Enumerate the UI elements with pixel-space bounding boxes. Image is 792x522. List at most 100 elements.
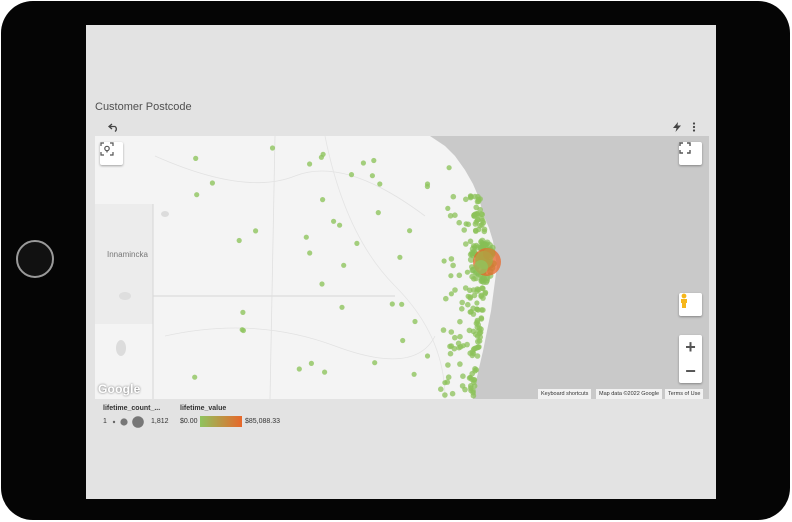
postcode-bubble[interactable] xyxy=(459,306,465,312)
postcode-bubble[interactable] xyxy=(442,392,448,398)
postcode-bubble[interactable] xyxy=(407,228,413,234)
locate-icon[interactable] xyxy=(100,142,123,165)
postcode-bubble[interactable] xyxy=(465,301,471,308)
postcode-bubble[interactable] xyxy=(460,373,466,379)
postcode-bubble[interactable] xyxy=(477,206,483,213)
postcode-bubble[interactable] xyxy=(474,353,481,359)
postcode-bubble[interactable] xyxy=(452,334,458,341)
postcode-bubble[interactable] xyxy=(457,333,463,340)
postcode-bubble[interactable] xyxy=(320,197,326,203)
postcode-bubble[interactable] xyxy=(478,307,485,313)
postcode-bubble[interactable] xyxy=(474,198,481,205)
postcode-bubble[interactable] xyxy=(193,155,199,161)
postcode-bubble[interactable] xyxy=(448,256,455,262)
postcode-bubble[interactable] xyxy=(375,210,381,216)
postcode-bubble[interactable] xyxy=(448,329,455,335)
terms-of-use-link[interactable]: Terms of Use xyxy=(665,389,704,399)
postcode-bubble[interactable] xyxy=(337,222,343,228)
postcode-bubble[interactable] xyxy=(445,362,451,368)
postcode-bubble[interactable] xyxy=(307,161,313,167)
postcode-bubble[interactable] xyxy=(360,160,366,166)
postcode-bubble[interactable] xyxy=(269,145,276,151)
zoom-out-button[interactable]: − xyxy=(679,359,702,383)
postcode-bubble[interactable] xyxy=(474,260,488,274)
postcode-bubble[interactable] xyxy=(465,221,472,228)
postcode-bubble[interactable] xyxy=(443,295,449,302)
postcode-bubble[interactable] xyxy=(472,368,478,374)
undo-icon[interactable] xyxy=(107,123,119,135)
fullscreen-icon[interactable] xyxy=(679,142,702,165)
postcode-bubble[interactable] xyxy=(319,281,325,287)
postcode-bubble[interactable] xyxy=(479,217,486,224)
postcode-bubble[interactable] xyxy=(253,228,259,234)
postcode-bubble[interactable] xyxy=(457,318,463,325)
postcode-bubble[interactable] xyxy=(445,374,452,380)
postcode-bubble[interactable] xyxy=(474,306,480,313)
postcode-bubble[interactable] xyxy=(450,262,456,269)
postcode-bubble[interactable] xyxy=(474,288,480,294)
postcode-bubble[interactable] xyxy=(482,290,488,297)
postcode-bubble[interactable] xyxy=(456,272,463,279)
postcode-bubble[interactable] xyxy=(411,371,417,377)
postcode-bubble[interactable] xyxy=(463,196,469,203)
postcode-bubble[interactable] xyxy=(236,237,242,244)
postcode-bubble[interactable] xyxy=(296,366,302,372)
postcode-bubble[interactable] xyxy=(400,337,406,344)
postcode-bubble[interactable] xyxy=(354,240,360,246)
postcode-bubble[interactable] xyxy=(459,299,466,306)
postcode-bubble[interactable] xyxy=(371,157,377,164)
postcode-bubble[interactable] xyxy=(369,173,375,179)
postcode-bubble[interactable] xyxy=(472,227,479,234)
postcode-bubble[interactable] xyxy=(308,360,314,366)
postcode-bubble[interactable] xyxy=(474,300,480,306)
home-button[interactable] xyxy=(16,240,54,278)
postcode-bubble[interactable] xyxy=(322,369,328,375)
postcode-bubble[interactable] xyxy=(447,213,454,219)
postcode-bubble[interactable] xyxy=(240,309,246,315)
postcode-bubble[interactable] xyxy=(348,172,355,178)
postcode-bubble[interactable] xyxy=(444,379,451,385)
postcode-bubble[interactable] xyxy=(468,385,474,391)
postcode-bubble[interactable] xyxy=(192,374,198,380)
lightning-icon[interactable] xyxy=(673,122,681,135)
postcode-bubble[interactable] xyxy=(397,254,403,260)
postcode-bubble[interactable] xyxy=(424,353,431,359)
postcode-bubble[interactable] xyxy=(464,269,470,275)
zoom-in-button[interactable]: + xyxy=(679,335,702,359)
postcode-bubble[interactable] xyxy=(461,227,468,233)
postcode-bubble[interactable] xyxy=(455,340,462,347)
postcode-bubble[interactable] xyxy=(467,194,474,201)
more-vert-icon[interactable] xyxy=(692,122,696,135)
postcode-bubble[interactable] xyxy=(449,390,456,397)
postcode-bubble[interactable] xyxy=(239,327,245,333)
postcode-bubble[interactable] xyxy=(440,327,447,333)
postcode-bubble[interactable] xyxy=(446,165,452,171)
postcode-bubble[interactable] xyxy=(456,219,463,226)
postcode-bubble[interactable] xyxy=(194,192,200,198)
postcode-bubble[interactable] xyxy=(457,361,463,367)
postcode-bubble[interactable] xyxy=(475,321,482,328)
postcode-bubble[interactable] xyxy=(447,350,454,357)
postcode-bubble[interactable] xyxy=(450,193,457,200)
postcode-bubble[interactable] xyxy=(441,258,447,264)
postcode-bubble[interactable] xyxy=(467,309,474,315)
postcode-bubble[interactable] xyxy=(481,228,488,235)
bubble-map[interactable]: Innamincka Google + − Keyboard shortcuts… xyxy=(95,136,709,399)
postcode-bubble[interactable] xyxy=(471,213,478,219)
postcode-bubble[interactable] xyxy=(303,234,309,240)
postcode-bubble[interactable] xyxy=(463,241,469,247)
postcode-bubble[interactable] xyxy=(412,318,418,325)
postcode-bubble[interactable] xyxy=(445,205,451,211)
postcode-bubble[interactable] xyxy=(483,248,495,260)
postcode-bubble[interactable] xyxy=(339,304,345,310)
postcode-bubble[interactable] xyxy=(389,301,395,307)
postcode-bubble[interactable] xyxy=(341,262,347,268)
postcode-bubble[interactable] xyxy=(464,341,470,348)
postcode-bubble[interactable] xyxy=(318,154,324,160)
postcode-bubble[interactable] xyxy=(469,249,476,257)
postcode-bubble[interactable] xyxy=(470,346,477,353)
postcode-bubble[interactable] xyxy=(448,273,454,279)
postcode-bubble[interactable] xyxy=(399,301,405,307)
postcode-bubble[interactable] xyxy=(452,287,458,293)
postcode-bubble[interactable] xyxy=(377,181,383,187)
